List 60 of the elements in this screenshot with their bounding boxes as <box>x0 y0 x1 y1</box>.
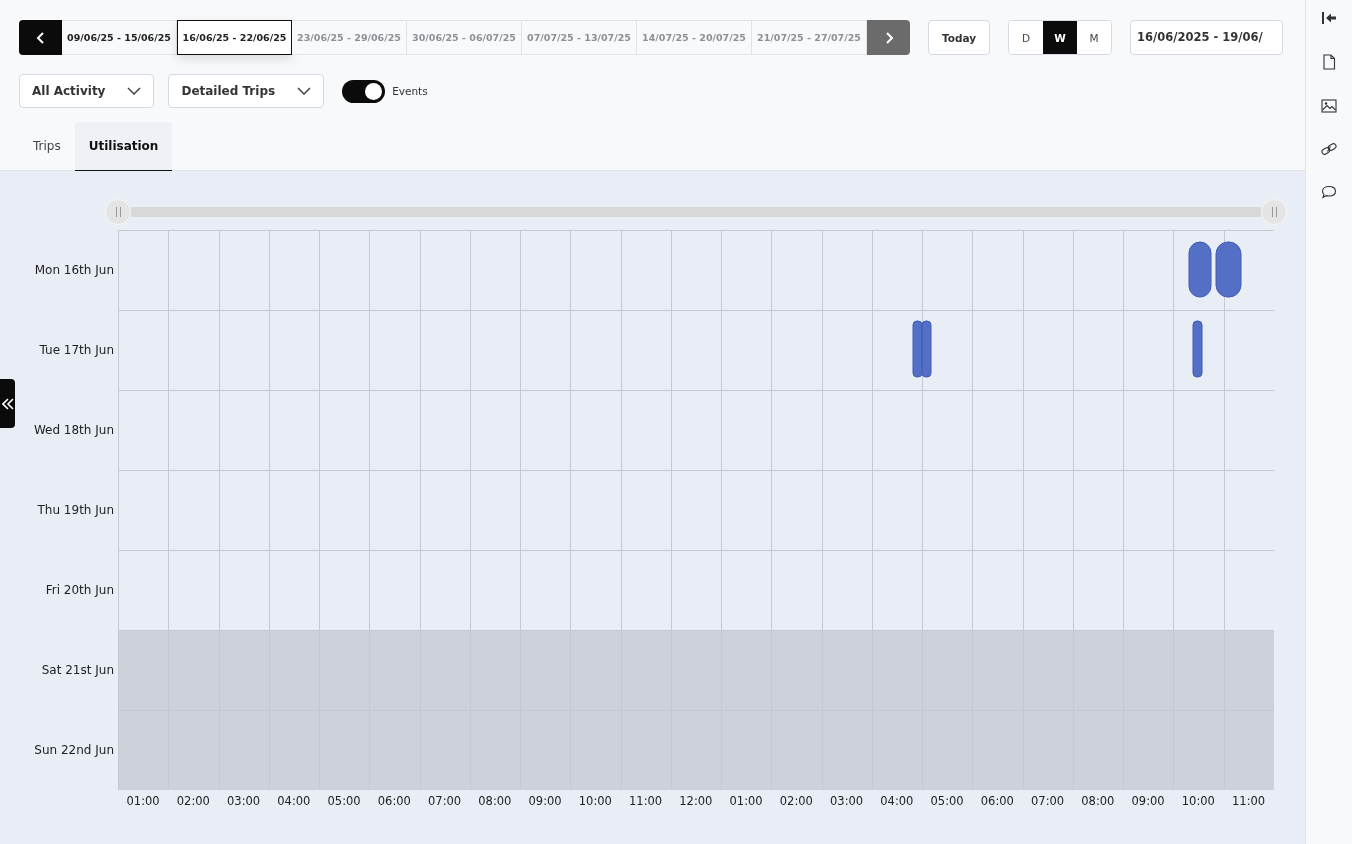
hour-label: 12:00 <box>678 793 714 810</box>
hour-label: 05:00 <box>326 793 362 810</box>
day-label: Thu 19th Jun <box>36 502 115 519</box>
hour-label: 10:00 <box>577 793 613 810</box>
toggle-label: Events <box>392 85 428 97</box>
tab[interactable]: Trips <box>19 122 75 171</box>
hour-label: 11:00 <box>628 793 664 810</box>
day-label: Mon 16th Jun <box>33 262 115 279</box>
next-week-button[interactable] <box>867 20 910 55</box>
day-label: Sun 22nd Jun <box>33 742 115 759</box>
tab[interactable]: Utilisation <box>74 122 173 171</box>
day-label: Tue 17th Jun <box>38 342 115 359</box>
collapse-left-icon[interactable] <box>1321 11 1337 25</box>
trip-bar[interactable] <box>1188 241 1212 298</box>
image-icon[interactable] <box>1321 99 1337 113</box>
previous-week-button[interactable] <box>19 20 62 55</box>
hour-label: 06:00 <box>979 793 1015 810</box>
hour-label: 08:00 <box>1080 793 1116 810</box>
link-icon[interactable] <box>1321 142 1337 156</box>
week-range-tab[interactable]: 16/06/25 - 22/06/25 <box>177 20 292 55</box>
events-toggle[interactable] <box>342 79 386 103</box>
view-mode-tab[interactable]: W <box>1043 21 1077 54</box>
filter-dropdown[interactable]: All Activity <box>19 74 155 108</box>
today-button[interactable]: Today <box>928 20 990 55</box>
chevron-down-icon <box>297 87 312 95</box>
hour-label: 08:00 <box>477 793 513 810</box>
hour-label: 04:00 <box>276 793 312 810</box>
hour-label: 09:00 <box>527 793 563 810</box>
date-range-field[interactable]: 16/06/2025 - 19/06/ <box>1130 20 1283 55</box>
slider-handle[interactable] <box>1261 199 1287 225</box>
collapse-panel-button[interactable] <box>0 379 15 428</box>
hour-label: 10:00 <box>1180 793 1216 810</box>
chevron-down-icon <box>127 87 142 95</box>
comment-icon[interactable] <box>1321 185 1337 199</box>
chevron-left-icon <box>35 30 46 45</box>
hour-label: 02:00 <box>175 793 211 810</box>
filter-dropdown[interactable]: Detailed Trips <box>168 74 325 108</box>
hour-label: 03:00 <box>226 793 262 810</box>
day-label: Sat 21st Jun <box>40 662 115 679</box>
slider-handle[interactable] <box>105 199 131 225</box>
hour-label: 09:00 <box>1130 793 1166 810</box>
trip-bar[interactable] <box>921 320 932 378</box>
chevron-right-icon <box>883 30 894 45</box>
hour-label: 03:00 <box>829 793 865 810</box>
hour-label: 06:00 <box>376 793 412 810</box>
trip-bar[interactable] <box>1215 241 1242 298</box>
hour-label: 07:00 <box>427 793 463 810</box>
hour-label: 05:00 <box>929 793 965 810</box>
hour-label: 07:00 <box>1030 793 1066 810</box>
hour-label: 01:00 <box>728 793 764 810</box>
week-range-tab[interactable]: 09/06/25 - 15/06/25 <box>62 20 177 55</box>
day-label: Wed 18th Jun <box>32 422 115 439</box>
hour-label: 02:00 <box>778 793 814 810</box>
hour-label: 01:00 <box>125 793 161 810</box>
trip-bar[interactable] <box>1192 320 1203 378</box>
double-chevron-left-icon <box>1 396 14 411</box>
day-label: Fri 20th Jun <box>44 582 115 599</box>
hour-label: 11:00 <box>1231 793 1267 810</box>
document-icon[interactable] <box>1322 54 1336 70</box>
hour-label: 04:00 <box>879 793 915 810</box>
